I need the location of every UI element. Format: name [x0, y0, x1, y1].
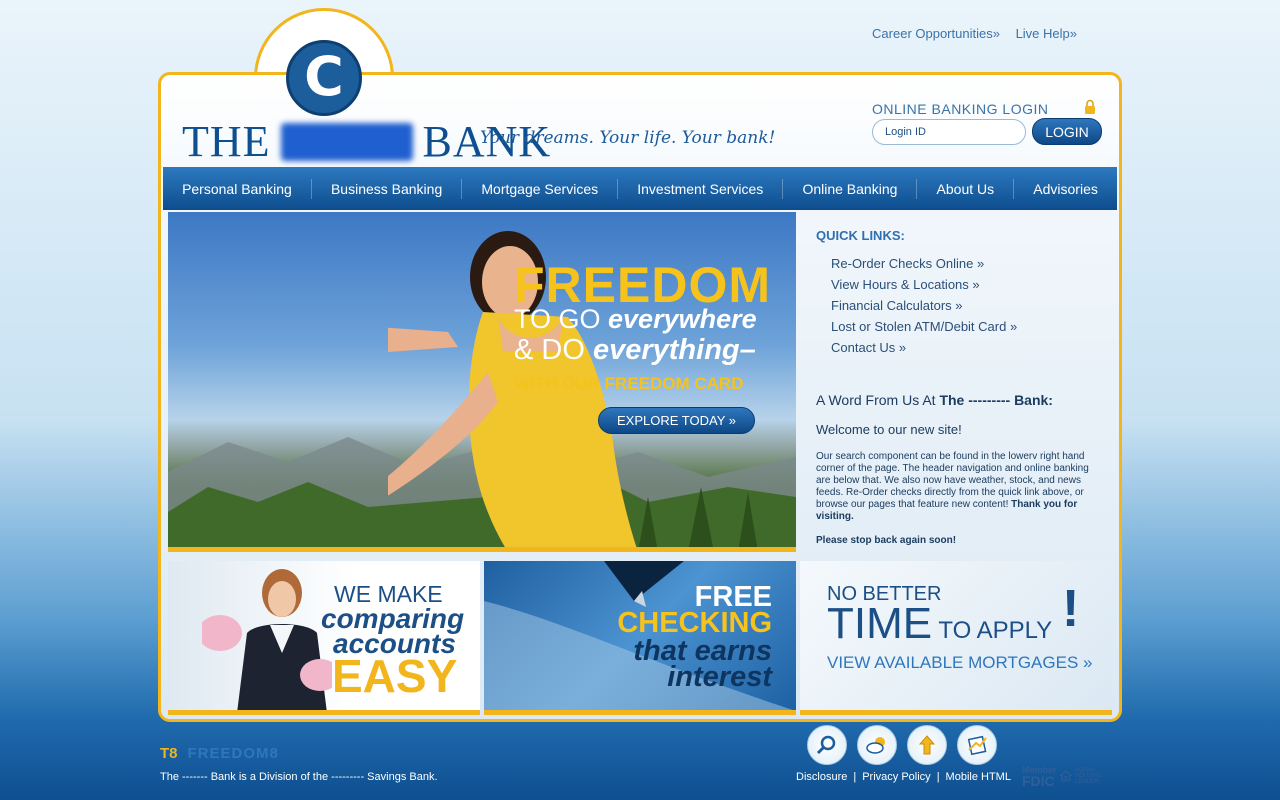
bank-name-the: THE — [182, 117, 271, 166]
promo-2-line-4: interest — [667, 661, 772, 693]
footer-division-text: The ------- Bank is a Division of the --… — [160, 771, 438, 783]
tagline: Your dreams. Your life. Your bank! — [480, 128, 776, 148]
word-closing-text: Please stop back again soon! — [816, 535, 957, 546]
footer-feature-icons — [807, 725, 997, 765]
quick-link-financial-calculators[interactable]: Financial Calculators » — [831, 295, 1017, 316]
live-help-link[interactable]: Live Help» — [1016, 26, 1077, 41]
footer-separator: | — [853, 771, 857, 783]
promo-free-checking[interactable]: FREE CHECKING that earns interest — [484, 561, 796, 715]
hero-banner[interactable]: FREEDOM TO GO everywhere & DO everything… — [168, 212, 796, 552]
hero-line-3-emphasis: everything– — [592, 334, 756, 366]
welcome-text: Welcome to our new site! — [816, 422, 962, 437]
weather-icon[interactable] — [857, 725, 897, 765]
quick-links-title: QUICK LINKS: — [816, 228, 905, 243]
word-title-plain: A Word From Us At — [816, 392, 940, 408]
mobile-html-link[interactable]: Mobile HTML — [946, 771, 1011, 783]
hero-line-3: & DO everything– — [514, 334, 756, 367]
redacted-name — [280, 122, 413, 161]
woman-with-piggy-banks-image — [202, 569, 332, 710]
main-nav: Personal Banking Business Banking Mortga… — [163, 167, 1117, 210]
nav-personal-banking[interactable]: Personal Banking — [163, 178, 312, 199]
nav-advisories[interactable]: Advisories — [1014, 179, 1117, 199]
promo-1-line-4: EASY — [332, 650, 458, 702]
logo-letter: C — [304, 44, 344, 108]
nav-investment-services[interactable]: Investment Services — [618, 178, 784, 199]
fdic-text: FDIC — [1022, 773, 1055, 789]
nav-mortgage-services[interactable]: Mortgage Services — [462, 178, 619, 199]
quick-link-lost-stolen-card[interactable]: Lost or Stolen ATM/Debit Card » — [831, 316, 1017, 337]
login-button[interactable]: LOGIN — [1032, 118, 1102, 145]
login-id-input[interactable] — [872, 119, 1026, 145]
house-icon — [1060, 770, 1072, 782]
quick-link-reorder-checks[interactable]: Re-Order Checks Online » — [831, 253, 1017, 274]
utility-links: Career Opportunities» Live Help» — [860, 26, 1077, 41]
footer-partner-logos: T8 FREEDOM8 — [160, 745, 279, 762]
privacy-policy-link[interactable]: Privacy Policy — [862, 771, 930, 783]
lock-icon — [1085, 99, 1095, 114]
word-from-us-title: A Word From Us At The --------- Bank: — [816, 392, 1053, 408]
bank-logo[interactable]: C — [286, 40, 362, 116]
footer-links: Disclosure | Privacy Policy | Mobile HTML — [796, 771, 1011, 783]
online-banking-login-label: ONLINE BANKING LOGIN — [872, 101, 1049, 117]
disclosure-link[interactable]: Disclosure — [796, 771, 847, 783]
view-mortgages-link[interactable]: VIEW AVAILABLE MORTGAGES » — [827, 653, 1092, 673]
quick-link-hours-locations[interactable]: View Hours & Locations » — [831, 274, 1017, 295]
promo-3-time: TIME — [827, 599, 933, 648]
promo-mortgages[interactable]: NO BETTER TIME TO APPLY ! VIEW AVAILABLE… — [800, 561, 1112, 715]
quick-links-list: Re-Order Checks Online » View Hours & Lo… — [831, 253, 1017, 358]
hero-line-2: TO GO everywhere — [514, 304, 757, 335]
promo-3-to-apply: TO APPLY — [932, 617, 1053, 644]
word-body-text: Our search component can be found in the… — [816, 451, 1102, 523]
freedom8-logo: FREEDOM8 — [187, 745, 279, 762]
explore-today-button[interactable]: EXPLORE TODAY » — [598, 407, 755, 434]
promo-comparing-accounts[interactable]: WE MAKE comparing accounts EASY — [168, 561, 480, 715]
t8-logo: T8 — [160, 745, 178, 762]
promo-3-exclamation: ! — [1062, 580, 1080, 638]
nav-online-banking[interactable]: Online Banking — [783, 178, 918, 199]
word-title-bold: The --------- Bank: — [939, 392, 1053, 408]
footer-separator: | — [936, 771, 940, 783]
search-icon[interactable] — [807, 725, 847, 765]
hero-line-2-plain: TO GO — [514, 304, 609, 334]
quick-link-contact-us[interactable]: Contact Us » — [831, 337, 1017, 358]
career-opportunities-link[interactable]: Career Opportunities» — [872, 26, 1000, 41]
hero-line-4: WITH OUR FREEDOM CARD — [514, 374, 744, 393]
stock-icon[interactable] — [907, 725, 947, 765]
nav-about-us[interactable]: About Us — [917, 178, 1015, 199]
nav-business-banking[interactable]: Business Banking — [312, 178, 463, 199]
news-icon[interactable] — [957, 725, 997, 765]
equal-housing-lender-logo: EQUAL HOUSING LENDER — [1060, 765, 1116, 787]
promo-3-line-2: TIME TO APPLY — [827, 599, 1052, 649]
hero-line-2-emphasis: everywhere — [608, 304, 757, 334]
hero-line-3-plain: & DO — [514, 334, 593, 366]
fdic-logo: Member FDIC — [1022, 766, 1057, 789]
equal-housing-text: EQUAL HOUSING LENDER — [1074, 767, 1103, 785]
